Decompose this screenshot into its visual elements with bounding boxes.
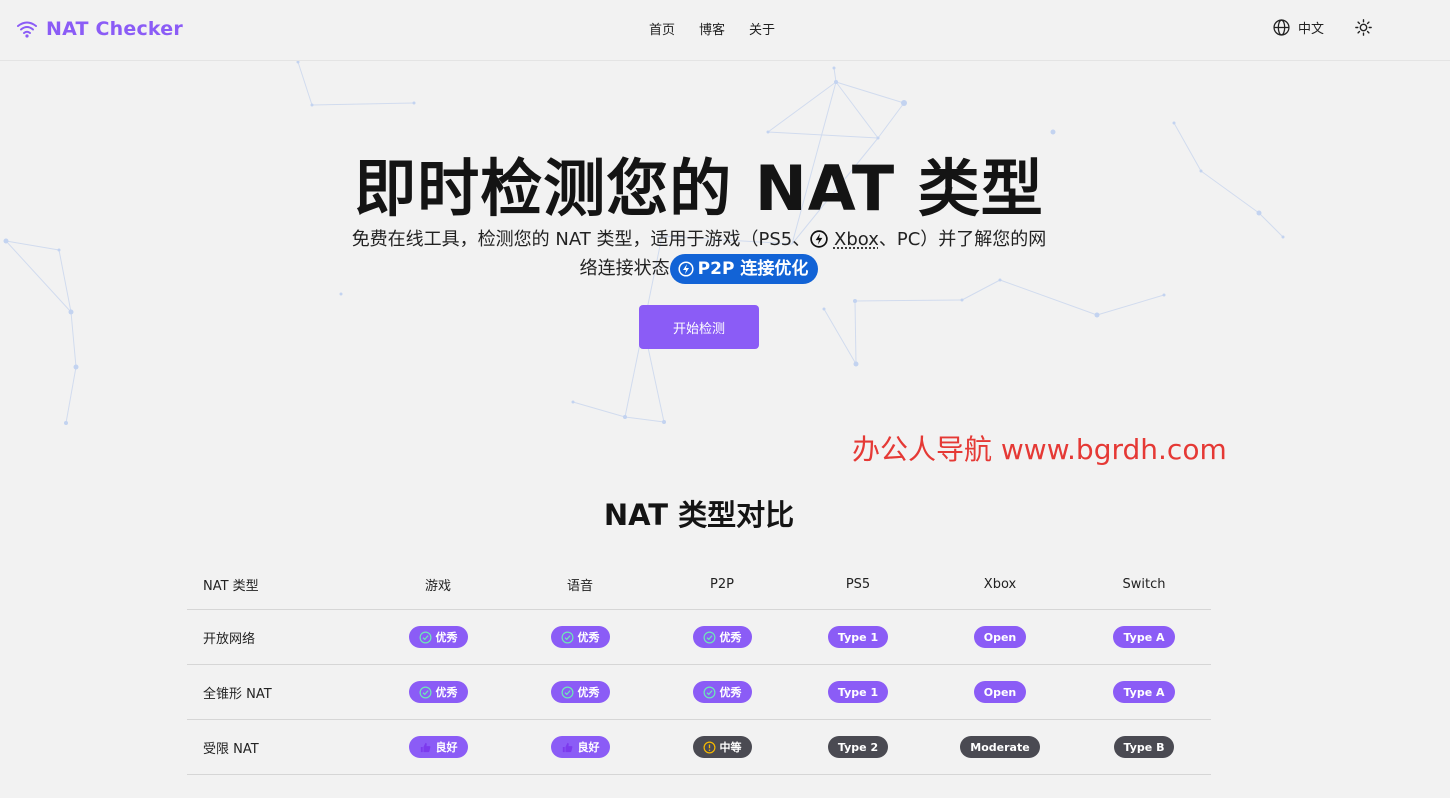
rating-label: 良好 [577, 741, 600, 754]
sun-icon [1355, 19, 1372, 36]
ps5-type-badge: Type 1 [827, 681, 889, 703]
p2p-badge-label: P2P 连接优化 [697, 259, 809, 279]
warning-circle-icon [703, 741, 715, 753]
switch-type-badge: Type B [1113, 736, 1175, 758]
main-nav: 首页 博客 关于 [649, 19, 775, 38]
rating-label: 优秀 [577, 631, 600, 644]
subtitle-text-start: 免费在线工具，检测您的 NAT 类型，适用于游戏（PS5、 [351, 229, 811, 250]
top-header: NAT Checker 首页 博客 关于 中文 [0, 0, 1450, 61]
nat-comparison-table: NAT 类型 游戏 语音 P2P PS5 Xbox Switch 开放网络 优秀… [187, 560, 1211, 775]
header-ps5: PS5 [793, 560, 923, 610]
rating-badge: 中等 [692, 736, 752, 758]
header-p2p: P2P [651, 560, 793, 610]
ps5-type-badge: Type 1 [827, 626, 889, 648]
hero-title: 即时检测您的 NAT 类型 [354, 152, 1044, 225]
rating-label: 优秀 [719, 686, 742, 699]
thumbs-up-icon [562, 742, 572, 752]
rating-label: 优秀 [719, 631, 742, 644]
table-row: 全锥形 NAT 优秀 优秀 优秀 Type 1 Open Type A [187, 664, 1211, 720]
nat-type-name: 全锥形 NAT [187, 664, 367, 720]
comparison-section-title: NAT 类型对比 [603, 498, 795, 532]
rating-badge: 优秀 [692, 626, 752, 648]
wifi-icon [17, 21, 37, 38]
p2p-optimization-badge[interactable]: P2P 连接优化 [669, 254, 819, 284]
rating-badge: 良好 [408, 736, 468, 758]
nat-type-name: 开放网络 [187, 609, 367, 665]
brand-name: NAT Checker [46, 18, 183, 40]
table-row: 开放网络 优秀 优秀 优秀 Type 1 Open Type A [187, 609, 1211, 665]
start-detection-button[interactable]: 开始检测 [639, 305, 759, 349]
rating-badge: 优秀 [692, 681, 752, 703]
rating-label: 中等 [719, 741, 742, 754]
rating-badge: 优秀 [550, 681, 610, 703]
language-switcher[interactable]: 中文 [1273, 18, 1324, 37]
rating-label: 优秀 [435, 631, 458, 644]
rating-badge: 优秀 [408, 681, 468, 703]
rating-badge: 良好 [550, 736, 610, 758]
check-circle-icon [703, 686, 715, 698]
rating-label: 良好 [435, 741, 458, 754]
header-gaming: 游戏 [367, 560, 509, 610]
header-nat-type: NAT 类型 [187, 560, 367, 610]
header-xbox: Xbox [923, 560, 1077, 610]
nat-type-name: 受限 NAT [187, 719, 367, 775]
xbox-type-badge: Open [973, 681, 1027, 703]
header-voice: 语音 [509, 560, 651, 610]
xbox-type-badge: Moderate [960, 736, 1040, 758]
xbox-type-badge: Open [973, 626, 1027, 648]
table-header-row: NAT 类型 游戏 语音 P2P PS5 Xbox Switch [187, 560, 1211, 610]
check-circle-icon [561, 631, 573, 643]
rating-label: 优秀 [435, 686, 458, 699]
xbox-term[interactable]: Xbox [834, 229, 879, 250]
brand-logo-link[interactable]: NAT Checker [16, 16, 183, 42]
rating-badge: 优秀 [408, 626, 468, 648]
lightning-icon [678, 261, 694, 277]
rating-label: 优秀 [577, 686, 600, 699]
language-label: 中文 [1298, 22, 1325, 37]
watermark-text: 办公人导航 www.bgrdh.com [852, 433, 1227, 466]
nav-home-link[interactable]: 首页 [649, 19, 675, 38]
switch-type-badge: Type A [1113, 681, 1175, 703]
ps5-type-badge: Type 2 [827, 736, 889, 758]
lightning-icon [810, 230, 828, 248]
nav-blog-link[interactable]: 博客 [699, 19, 725, 38]
thumbs-up-icon [420, 742, 430, 752]
check-circle-icon [419, 631, 431, 643]
check-circle-icon [703, 631, 715, 643]
theme-toggle-button[interactable] [1355, 19, 1372, 40]
check-circle-icon [561, 686, 573, 698]
header-switch: Switch [1077, 560, 1211, 610]
hero-subtitle: 免费在线工具，检测您的 NAT 类型，适用于游戏（PS5、 Xbox、PC）并了… [350, 226, 1048, 284]
table-row: 受限 NAT 良好 良好 中等 Type 2 Moderate Type B [187, 719, 1211, 775]
rating-badge: 优秀 [550, 626, 610, 648]
globe-icon [1273, 19, 1290, 36]
nav-about-link[interactable]: 关于 [749, 19, 775, 38]
check-circle-icon [419, 686, 431, 698]
switch-type-badge: Type A [1113, 626, 1175, 648]
